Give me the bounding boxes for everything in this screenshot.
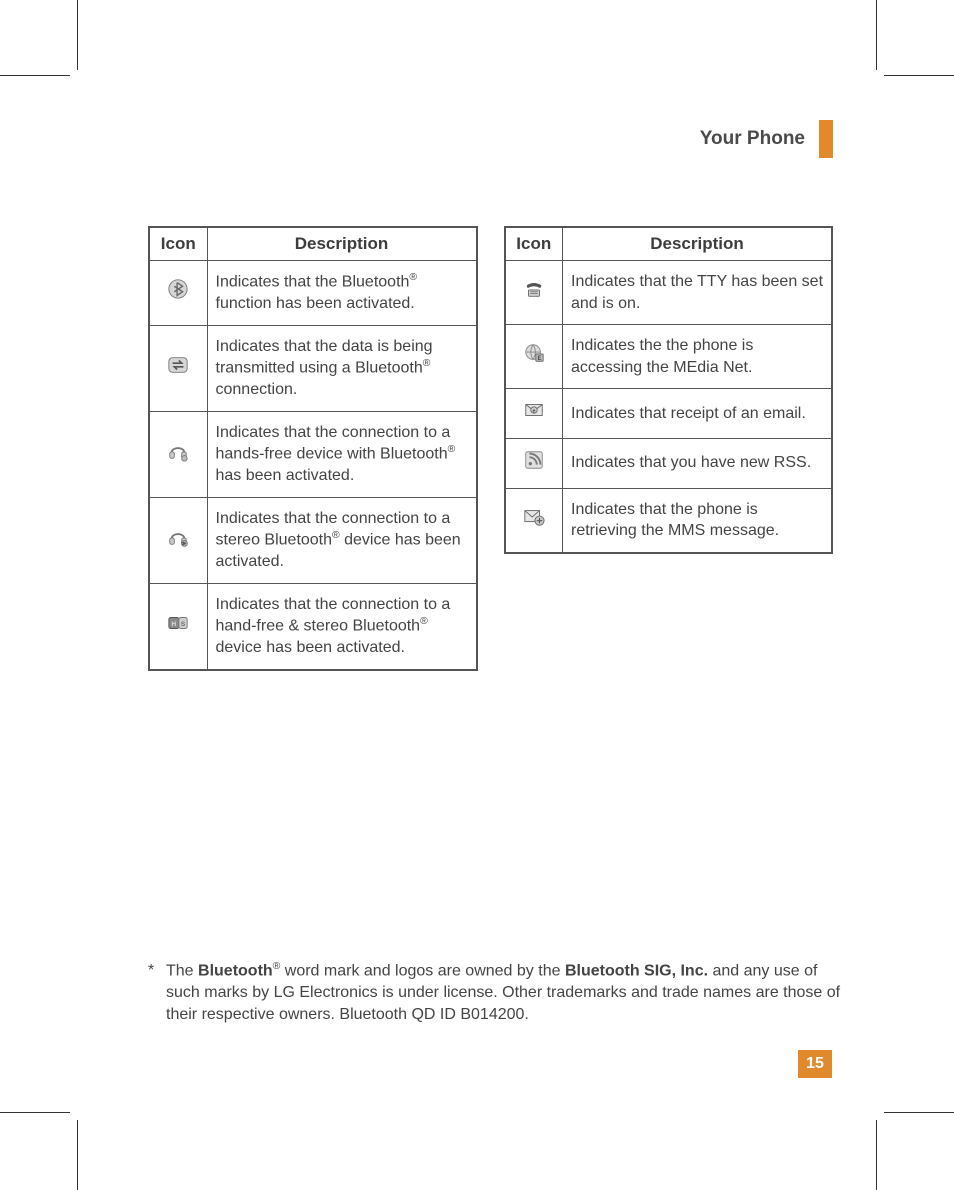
rss-icon: [522, 449, 546, 471]
section-header: Your Phone: [148, 120, 833, 158]
accent-bar: [819, 120, 833, 158]
icon-table-right: Icon Description Indicates that the TTY …: [504, 226, 834, 554]
page-content: Your Phone Icon Description Indicates th…: [148, 120, 833, 671]
table-row: HS Indicates that the connection to a ha…: [149, 583, 477, 670]
icon-description: Indicates that the connection to a hands…: [207, 411, 477, 497]
icon-description: Indicates that the Bluetooth® function h…: [207, 261, 477, 326]
icon-description: Indicates that you have new RSS.: [563, 438, 833, 488]
tty-icon: [522, 278, 546, 300]
footnote-text: The Bluetooth® word mark and logos are o…: [166, 960, 848, 1025]
footnote: * The Bluetooth® word mark and logos are…: [148, 960, 848, 1025]
bluetooth-stereo-icon: [166, 526, 190, 548]
table-row: Indicates that the phone is retrieving t…: [505, 488, 833, 553]
table-row: Indicates that the connection to a stere…: [149, 497, 477, 583]
icon-description: Indicates that the TTY has been set and …: [563, 261, 833, 325]
tables-row: Icon Description Indicates that the Blue…: [148, 226, 833, 671]
table-row: Indicates that you have new RSS.: [505, 438, 833, 488]
icon-description: Indicates that the phone is retrieving t…: [563, 488, 833, 553]
medianet-icon: E: [522, 342, 546, 364]
icon-description: Indicates that the data is being transmi…: [207, 325, 477, 411]
col-header-description: Description: [207, 227, 477, 261]
svg-text:H: H: [172, 621, 177, 628]
table-row: e Indicates that receipt of an email.: [505, 389, 833, 439]
bluetooth-icon: [166, 278, 190, 300]
icon-description: Indicates the the phone is accessing the…: [563, 325, 833, 389]
svg-text:e: e: [532, 409, 535, 415]
col-header-icon: Icon: [505, 227, 563, 261]
mms-icon: [522, 506, 546, 528]
footnote-marker: *: [148, 960, 166, 1025]
page-number: 15: [798, 1050, 832, 1078]
table-row: Indicates that the Bluetooth® function h…: [149, 261, 477, 326]
section-title: Your Phone: [700, 128, 805, 150]
col-header-icon: Icon: [149, 227, 207, 261]
table-row: Indicates that the data is being transmi…: [149, 325, 477, 411]
icon-table-left: Icon Description Indicates that the Blue…: [148, 226, 478, 671]
bluetooth-combo-icon: HS: [166, 612, 190, 634]
col-header-description: Description: [563, 227, 833, 261]
table-row: Indicates that the connection to a hands…: [149, 411, 477, 497]
svg-text:E: E: [537, 356, 541, 362]
bluetooth-transfer-icon: [166, 354, 190, 376]
bluetooth-headset-icon: [166, 440, 190, 462]
icon-description: Indicates that receipt of an email.: [563, 389, 833, 439]
email-icon: e: [522, 399, 546, 421]
table-row: E Indicates the the phone is accessing t…: [505, 325, 833, 389]
icon-description: Indicates that the connection to a hand-…: [207, 583, 477, 670]
table-row: Indicates that the TTY has been set and …: [505, 261, 833, 325]
icon-description: Indicates that the connection to a stere…: [207, 497, 477, 583]
svg-text:S: S: [181, 621, 186, 628]
